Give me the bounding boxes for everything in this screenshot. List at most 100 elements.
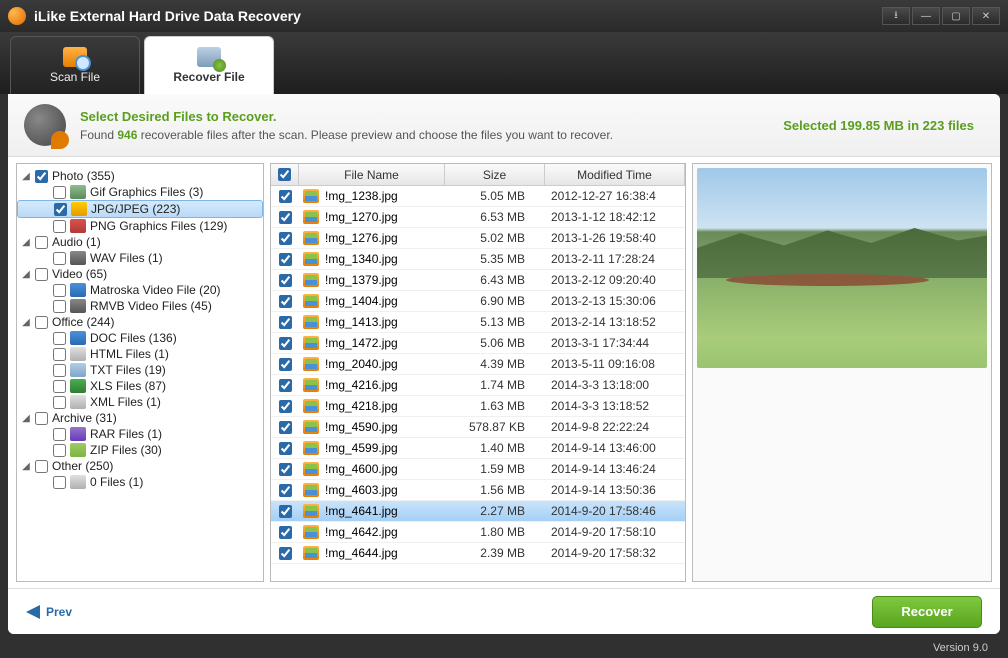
tab-scan-file[interactable]: Scan File [10, 36, 140, 94]
table-row[interactable]: !mg_4644.jpg2.39 MB2014-9-20 17:58:32 [271, 543, 685, 564]
tree-checkbox[interactable] [35, 268, 48, 281]
table-row[interactable]: !mg_1276.jpg5.02 MB2013-1-26 19:58:40 [271, 228, 685, 249]
table-row[interactable]: !mg_4641.jpg2.27 MB2014-9-20 17:58:46 [271, 501, 685, 522]
tree-checkbox[interactable] [53, 476, 66, 489]
tree-checkbox[interactable] [53, 186, 66, 199]
row-checkbox[interactable] [279, 190, 292, 203]
table-row[interactable]: !mg_1413.jpg5.13 MB2013-2-14 13:18:52 [271, 312, 685, 333]
tree-item[interactable]: ◢Audio (1) [17, 234, 263, 250]
expander-icon[interactable]: ◢ [21, 171, 31, 182]
expander-icon[interactable]: ◢ [21, 317, 31, 328]
table-body[interactable]: !mg_1238.jpg5.05 MB2012-12-27 16:38:4!mg… [271, 186, 685, 581]
tree-item[interactable]: Matroska Video File (20) [17, 282, 263, 298]
header-modified[interactable]: Modified Time [545, 164, 685, 185]
tree-item[interactable]: RMVB Video Files (45) [17, 298, 263, 314]
tree-item[interactable]: ZIP Files (30) [17, 442, 263, 458]
row-checkbox[interactable] [279, 442, 292, 455]
row-checkbox[interactable] [279, 295, 292, 308]
table-row[interactable]: !mg_1404.jpg6.90 MB2013-2-13 15:30:06 [271, 291, 685, 312]
table-row[interactable]: !mg_1340.jpg5.35 MB2013-2-11 17:28:24 [271, 249, 685, 270]
tree-item[interactable]: XML Files (1) [17, 394, 263, 410]
tree-item[interactable]: HTML Files (1) [17, 346, 263, 362]
tree-item[interactable]: JPG/JPEG (223) [17, 200, 263, 218]
table-row[interactable]: !mg_4642.jpg1.80 MB2014-9-20 17:58:10 [271, 522, 685, 543]
row-checkbox[interactable] [279, 316, 292, 329]
tree-item[interactable]: TXT Files (19) [17, 362, 263, 378]
tree-checkbox[interactable] [53, 380, 66, 393]
row-checkbox[interactable] [279, 400, 292, 413]
row-checkbox[interactable] [279, 337, 292, 350]
row-checkbox[interactable] [279, 547, 292, 560]
tree-item[interactable]: ◢Office (244) [17, 314, 263, 330]
tree-item[interactable]: ◢Photo (355) [17, 168, 263, 184]
expander-icon[interactable]: ◢ [21, 237, 31, 248]
tree-item[interactable]: Gif Graphics Files (3) [17, 184, 263, 200]
tree-item[interactable]: ◢Other (250) [17, 458, 263, 474]
tab-recover-file[interactable]: Recover File [144, 36, 274, 94]
tree-item[interactable]: WAV Files (1) [17, 250, 263, 266]
header-checkbox[interactable] [271, 164, 299, 185]
tree-checkbox[interactable] [53, 348, 66, 361]
tree-checkbox[interactable] [53, 428, 66, 441]
tree-checkbox[interactable] [54, 203, 67, 216]
tree-item[interactable]: RAR Files (1) [17, 426, 263, 442]
row-checkbox[interactable] [279, 253, 292, 266]
tree-checkbox[interactable] [35, 460, 48, 473]
tree-checkbox[interactable] [53, 220, 66, 233]
download-button[interactable]: ⭳ [882, 7, 910, 25]
header-filename[interactable]: File Name [299, 164, 445, 185]
row-checkbox[interactable] [279, 526, 292, 539]
tree-checkbox[interactable] [53, 252, 66, 265]
table-row[interactable]: !mg_1472.jpg5.06 MB2013-3-1 17:34:44 [271, 333, 685, 354]
expander-icon[interactable]: ◢ [21, 269, 31, 280]
tree-item[interactable]: PNG Graphics Files (129) [17, 218, 263, 234]
recover-button[interactable]: Recover [872, 596, 982, 628]
file-size: 1.80 MB [445, 525, 545, 539]
category-tree[interactable]: ◢Photo (355)Gif Graphics Files (3)JPG/JP… [16, 163, 264, 582]
table-row[interactable]: !mg_4603.jpg1.56 MB2014-9-14 13:50:36 [271, 480, 685, 501]
table-row[interactable]: !mg_4218.jpg1.63 MB2014-3-3 13:18:52 [271, 396, 685, 417]
row-checkbox[interactable] [279, 463, 292, 476]
tree-checkbox[interactable] [53, 444, 66, 457]
row-checkbox[interactable] [279, 274, 292, 287]
file-size: 578.87 KB [445, 420, 545, 434]
expander-icon[interactable]: ◢ [21, 461, 31, 472]
tree-item[interactable]: ◢Video (65) [17, 266, 263, 282]
table-row[interactable]: !mg_4216.jpg1.74 MB2014-3-3 13:18:00 [271, 375, 685, 396]
table-row[interactable]: !mg_2040.jpg4.39 MB2013-5-11 09:16:08 [271, 354, 685, 375]
table-row[interactable]: !mg_1379.jpg6.43 MB2013-2-12 09:20:40 [271, 270, 685, 291]
file-size: 6.90 MB [445, 294, 545, 308]
tree-checkbox[interactable] [35, 412, 48, 425]
table-row[interactable]: !mg_1270.jpg6.53 MB2013-1-12 18:42:12 [271, 207, 685, 228]
tree-item[interactable]: ◢Archive (31) [17, 410, 263, 426]
close-button[interactable]: ✕ [972, 7, 1000, 25]
row-checkbox[interactable] [279, 358, 292, 371]
row-checkbox[interactable] [279, 232, 292, 245]
table-row[interactable]: !mg_4599.jpg1.40 MB2014-9-14 13:46:00 [271, 438, 685, 459]
table-row[interactable]: !mg_1238.jpg5.05 MB2012-12-27 16:38:4 [271, 186, 685, 207]
tree-item[interactable]: DOC Files (136) [17, 330, 263, 346]
tree-checkbox[interactable] [35, 316, 48, 329]
tree-checkbox[interactable] [53, 396, 66, 409]
row-checkbox[interactable] [279, 211, 292, 224]
tree-checkbox[interactable] [53, 300, 66, 313]
tree-checkbox[interactable] [53, 284, 66, 297]
header-size[interactable]: Size [445, 164, 545, 185]
row-checkbox[interactable] [279, 421, 292, 434]
maximize-button[interactable]: ▢ [942, 7, 970, 25]
row-checkbox[interactable] [279, 484, 292, 497]
minimize-button[interactable]: — [912, 7, 940, 25]
row-checkbox[interactable] [279, 379, 292, 392]
table-row[interactable]: !mg_4600.jpg1.59 MB2014-9-14 13:46:24 [271, 459, 685, 480]
file-time: 2014-9-8 22:22:24 [545, 420, 685, 434]
tree-item[interactable]: XLS Files (87) [17, 378, 263, 394]
prev-button[interactable]: Prev [26, 605, 72, 619]
tree-checkbox[interactable] [53, 332, 66, 345]
tree-checkbox[interactable] [35, 236, 48, 249]
tree-checkbox[interactable] [53, 364, 66, 377]
expander-icon[interactable]: ◢ [21, 413, 31, 424]
tree-checkbox[interactable] [35, 170, 48, 183]
tree-item[interactable]: 0 Files (1) [17, 474, 263, 490]
table-row[interactable]: !mg_4590.jpg578.87 KB2014-9-8 22:22:24 [271, 417, 685, 438]
row-checkbox[interactable] [279, 505, 292, 518]
